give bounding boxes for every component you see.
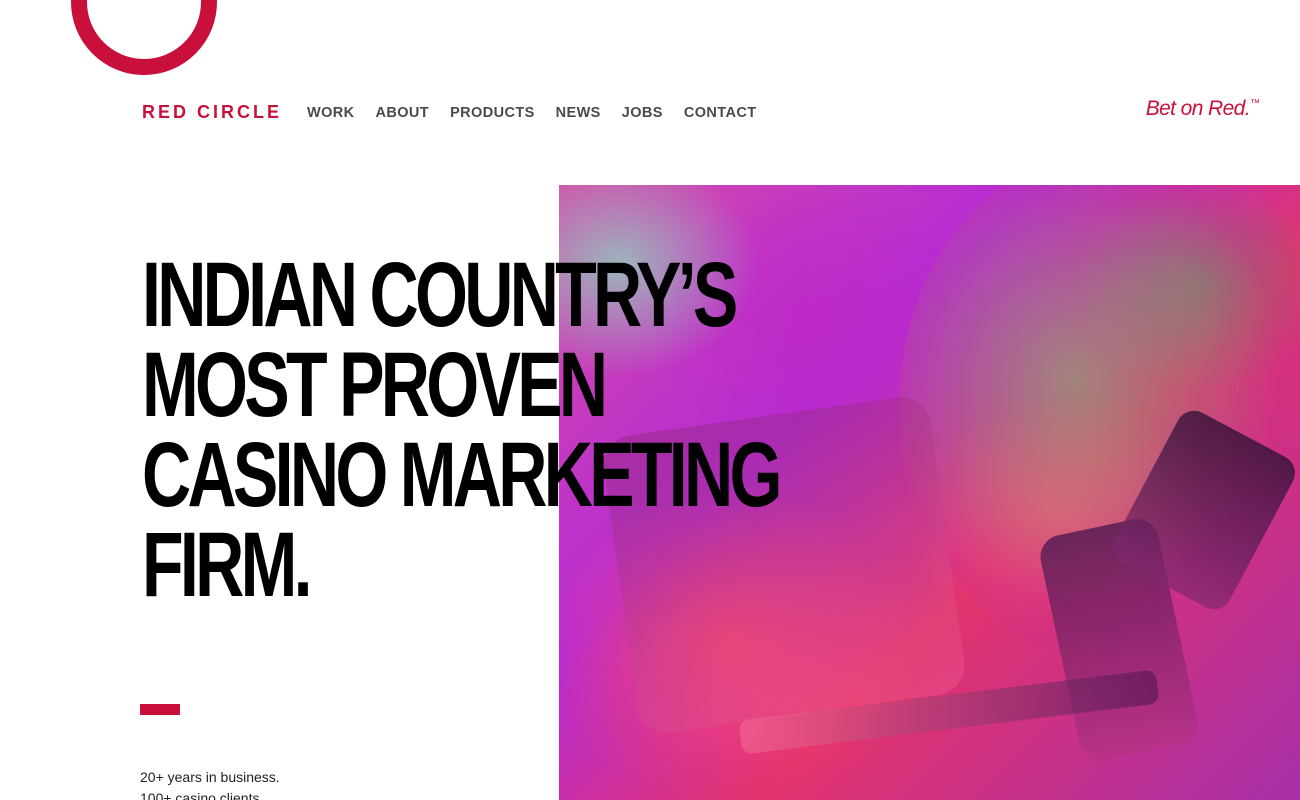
headline-line: FIRM. [142, 514, 313, 616]
brand-link[interactable]: RED CIRCLE [142, 102, 282, 123]
hero-facts: 20+ years in business. 100+ casino clien… [140, 767, 280, 800]
trademark-mark: ™ [1250, 98, 1260, 109]
page: RED CIRCLE WORK ABOUT PRODUCTS NEWS JOBS… [0, 0, 1300, 800]
tagline-text: Bet on Red. [1145, 97, 1251, 120]
main-nav: WORK ABOUT PRODUCTS NEWS JOBS CONTACT [307, 105, 777, 121]
fact-item: 100+ casino clients. [140, 790, 264, 800]
nav-item-jobs[interactable]: JOBS [622, 105, 663, 121]
tagline: Bet on Red.™ [1146, 97, 1260, 121]
accent-divider [140, 704, 180, 715]
nav-item-contact[interactable]: CONTACT [684, 105, 757, 121]
red-circle-logo-icon[interactable] [71, 0, 217, 75]
nav-item-work[interactable]: WORK [307, 105, 355, 121]
headline-line: MOST PROVEN [142, 334, 608, 436]
fact-item: 20+ years in business. [140, 769, 280, 785]
nav-item-news[interactable]: NEWS [556, 105, 601, 121]
nav-item-about[interactable]: ABOUT [376, 105, 430, 121]
nav-item-products[interactable]: PRODUCTS [450, 105, 535, 121]
headline-line: CASINO MARKETING [142, 424, 782, 526]
headline-line: INDIAN COUNTRY’S [142, 244, 738, 346]
hero-headline: INDIAN COUNTRY’S MOST PROVEN CASINO MARK… [142, 244, 782, 616]
